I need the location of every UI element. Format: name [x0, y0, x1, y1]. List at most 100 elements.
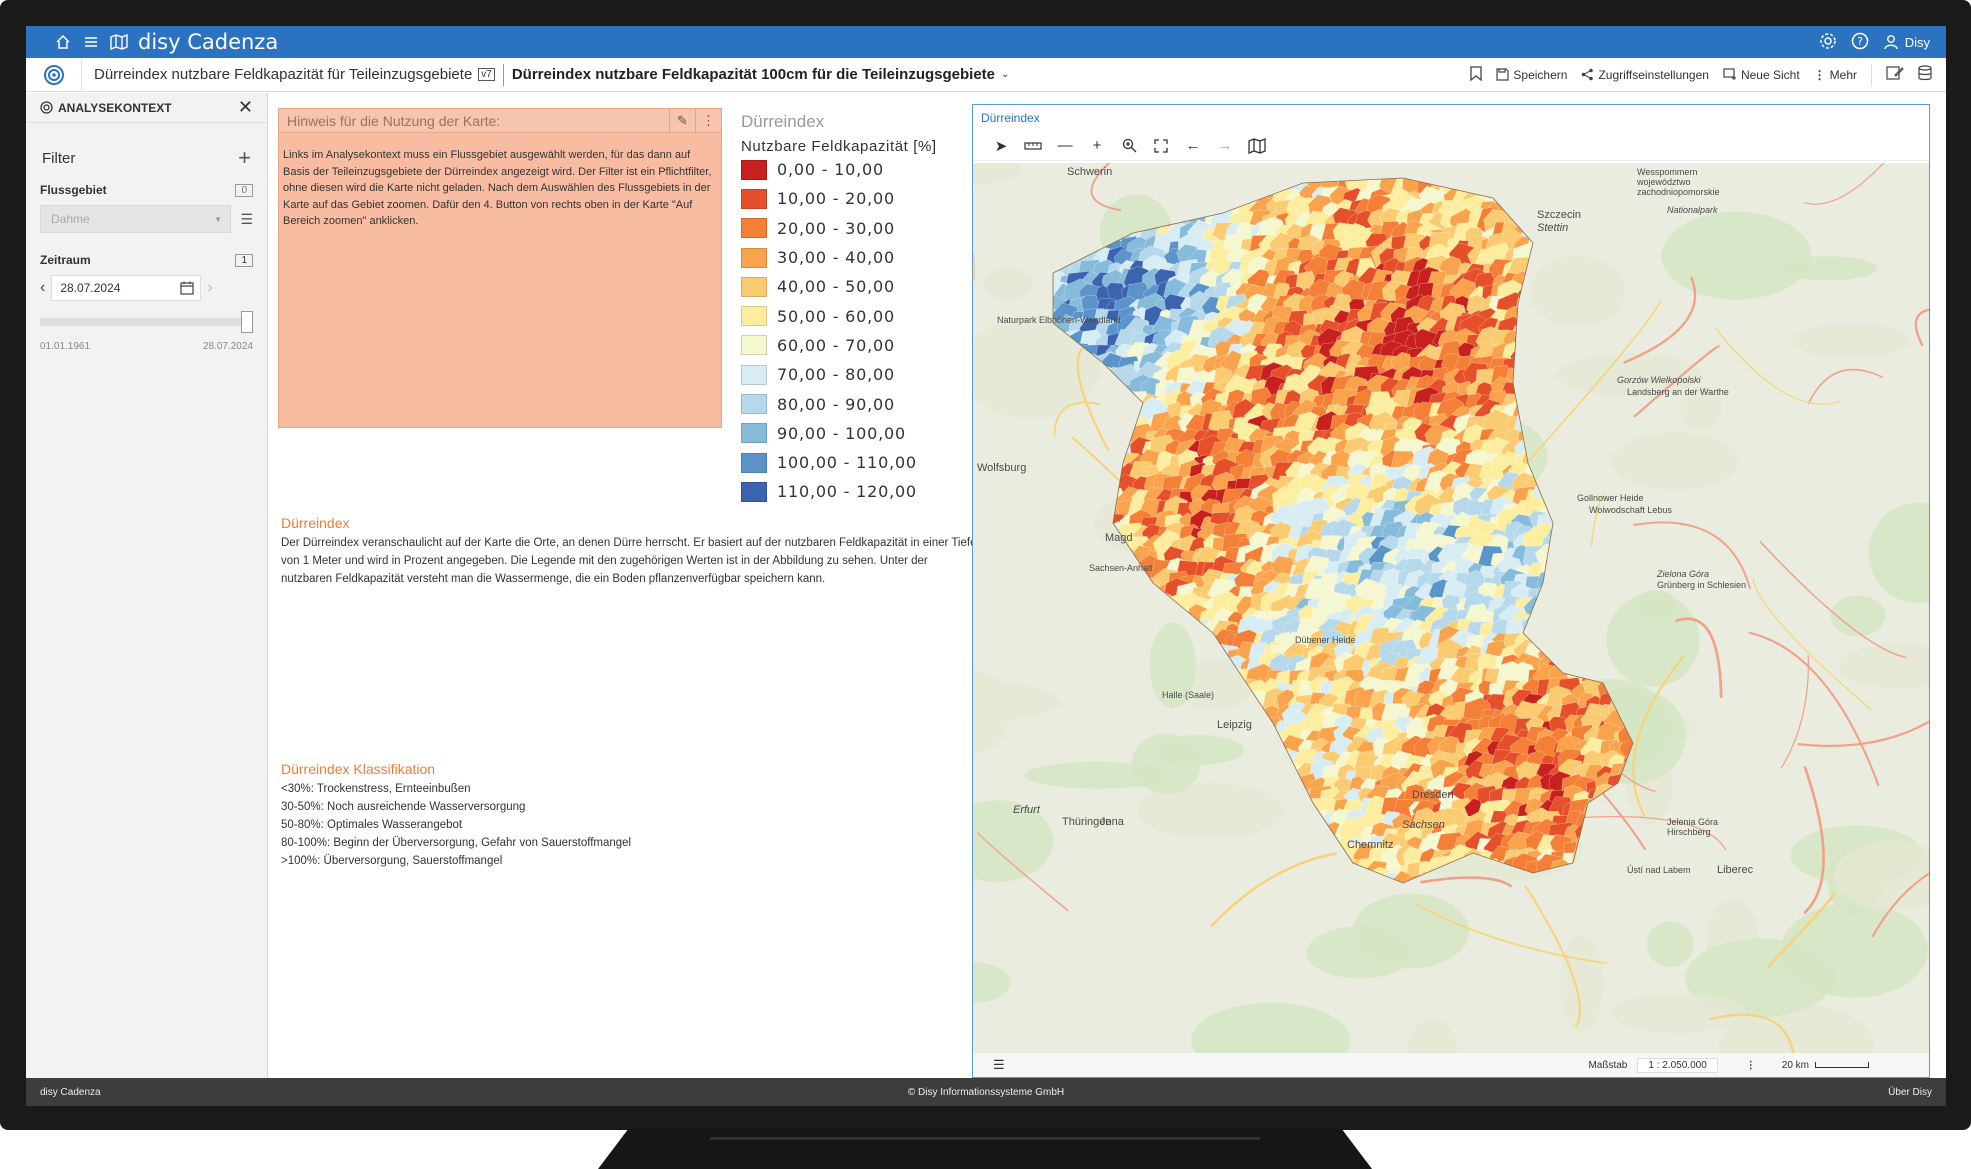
catchment-area[interactable]: [1242, 836, 1262, 856]
catchment-area[interactable]: [1337, 886, 1356, 903]
catchment-area[interactable]: [1574, 903, 1601, 930]
catchment-area[interactable]: [1201, 173, 1225, 196]
catchment-area[interactable]: [1107, 175, 1132, 198]
catchment-area[interactable]: [1022, 163, 1046, 186]
catchment-area[interactable]: [1500, 178, 1527, 202]
catchment-area[interactable]: [1632, 272, 1657, 299]
catchment-area[interactable]: [1609, 163, 1632, 175]
catchment-area[interactable]: [1558, 531, 1588, 561]
catchment-area[interactable]: [1129, 856, 1158, 883]
catchment-area[interactable]: [1161, 869, 1191, 896]
catchment-area[interactable]: [1070, 592, 1095, 617]
catchment-area[interactable]: [1080, 428, 1106, 454]
catchment-area[interactable]: [1558, 520, 1586, 548]
catchment-area[interactable]: [1022, 905, 1042, 925]
catchment-area[interactable]: [1420, 164, 1443, 185]
catchment-area[interactable]: [1583, 868, 1612, 895]
catchment-area[interactable]: [1128, 670, 1152, 693]
catchment-area[interactable]: [1624, 884, 1645, 903]
catchment-area[interactable]: [1058, 221, 1080, 243]
catchment-area[interactable]: [1284, 778, 1304, 798]
catchment-area[interactable]: [1583, 223, 1608, 247]
catchment-area[interactable]: [1473, 877, 1503, 906]
catchment-area[interactable]: [1564, 620, 1585, 642]
calendar-icon[interactable]: [180, 281, 194, 295]
catchment-area[interactable]: [1019, 521, 1045, 548]
catchment-area[interactable]: [1102, 391, 1127, 415]
catchment-area[interactable]: [1020, 569, 1050, 600]
catchment-area[interactable]: [1066, 622, 1090, 645]
catchment-area[interactable]: [1553, 585, 1574, 605]
catchment-area[interactable]: [1526, 376, 1548, 401]
catchment-area[interactable]: [1599, 513, 1623, 538]
catchment-area[interactable]: [1029, 459, 1057, 488]
catchment-area[interactable]: [1116, 837, 1139, 862]
catchment-area[interactable]: [1585, 847, 1612, 873]
catchment-area[interactable]: [1199, 843, 1229, 874]
catchment-area[interactable]: [1198, 879, 1225, 906]
catchment-area[interactable]: [1079, 784, 1111, 817]
catchment-area[interactable]: [1608, 405, 1630, 427]
catchment-area[interactable]: [1516, 188, 1538, 210]
catchment-area[interactable]: [1035, 642, 1060, 665]
catchment-area[interactable]: [1621, 206, 1648, 236]
catchment-area[interactable]: [1558, 594, 1587, 623]
catchment-area[interactable]: [1560, 183, 1586, 211]
catchment-area[interactable]: [1089, 722, 1121, 753]
catchment-area[interactable]: [1023, 728, 1044, 748]
catchment-area[interactable]: [1540, 163, 1560, 174]
catchment-area[interactable]: [1353, 163, 1382, 179]
catchment-area[interactable]: [1271, 895, 1299, 922]
catchment-area[interactable]: [1512, 906, 1536, 929]
catchment-area[interactable]: [1537, 895, 1561, 918]
catchment-area[interactable]: [1479, 165, 1503, 187]
catchment-area[interactable]: [1612, 547, 1635, 570]
catchment-area[interactable]: [1068, 703, 1093, 729]
catchment-area[interactable]: [1624, 419, 1644, 439]
edit-notes-icon[interactable]: [1886, 65, 1904, 84]
catchment-area[interactable]: [1120, 618, 1141, 639]
catchment-area[interactable]: [1449, 163, 1479, 188]
catchment-area[interactable]: [1333, 163, 1351, 173]
catchment-area[interactable]: [1443, 163, 1464, 170]
catchment-area[interactable]: [1221, 860, 1247, 886]
catchment-area[interactable]: [1463, 163, 1493, 192]
catchment-area[interactable]: [1543, 585, 1562, 606]
catchment-area[interactable]: [1248, 885, 1274, 913]
catchment-area[interactable]: [1605, 881, 1636, 911]
catchment-area[interactable]: [1129, 677, 1153, 701]
catchment-area[interactable]: [1586, 178, 1609, 199]
catchment-area[interactable]: [1080, 487, 1102, 509]
catchment-area[interactable]: [1225, 849, 1247, 871]
catchment-area[interactable]: [1069, 688, 1098, 715]
catchment-area[interactable]: [1072, 211, 1091, 231]
catchment-area[interactable]: [1021, 646, 1044, 669]
new-view-button[interactable]: Neue Sicht: [1723, 68, 1800, 82]
catchment-area[interactable]: [1041, 163, 1070, 176]
catchment-area[interactable]: [1594, 835, 1619, 859]
catchment-area[interactable]: [1282, 824, 1309, 849]
catchment-area[interactable]: [1310, 881, 1336, 906]
catchment-area[interactable]: [1129, 575, 1150, 595]
catchment-area[interactable]: [1264, 163, 1286, 177]
catchment-area[interactable]: [1152, 846, 1174, 869]
catchment-area[interactable]: [1133, 599, 1153, 619]
catchment-area[interactable]: [1169, 175, 1191, 196]
catchment-area[interactable]: [1155, 860, 1175, 881]
catchment-area[interactable]: [1042, 222, 1068, 247]
catchment-area[interactable]: [1623, 225, 1646, 249]
catchment-area[interactable]: [1524, 163, 1553, 190]
catchment-area[interactable]: [1145, 706, 1167, 729]
catchment-area[interactable]: [1317, 880, 1345, 907]
catchment-area[interactable]: [1066, 583, 1091, 607]
catchment-area[interactable]: [1536, 234, 1561, 258]
catchment-area[interactable]: [1583, 565, 1615, 597]
catchment-area[interactable]: [1109, 899, 1129, 919]
catchment-area[interactable]: [1017, 578, 1046, 609]
catchment-area[interactable]: [1215, 895, 1240, 920]
catchment-area[interactable]: [1080, 184, 1110, 212]
catchment-area[interactable]: [1047, 427, 1067, 448]
catchment-area[interactable]: [1572, 452, 1598, 478]
catchment-area[interactable]: [1045, 892, 1071, 920]
catchment-area[interactable]: [1198, 168, 1225, 192]
